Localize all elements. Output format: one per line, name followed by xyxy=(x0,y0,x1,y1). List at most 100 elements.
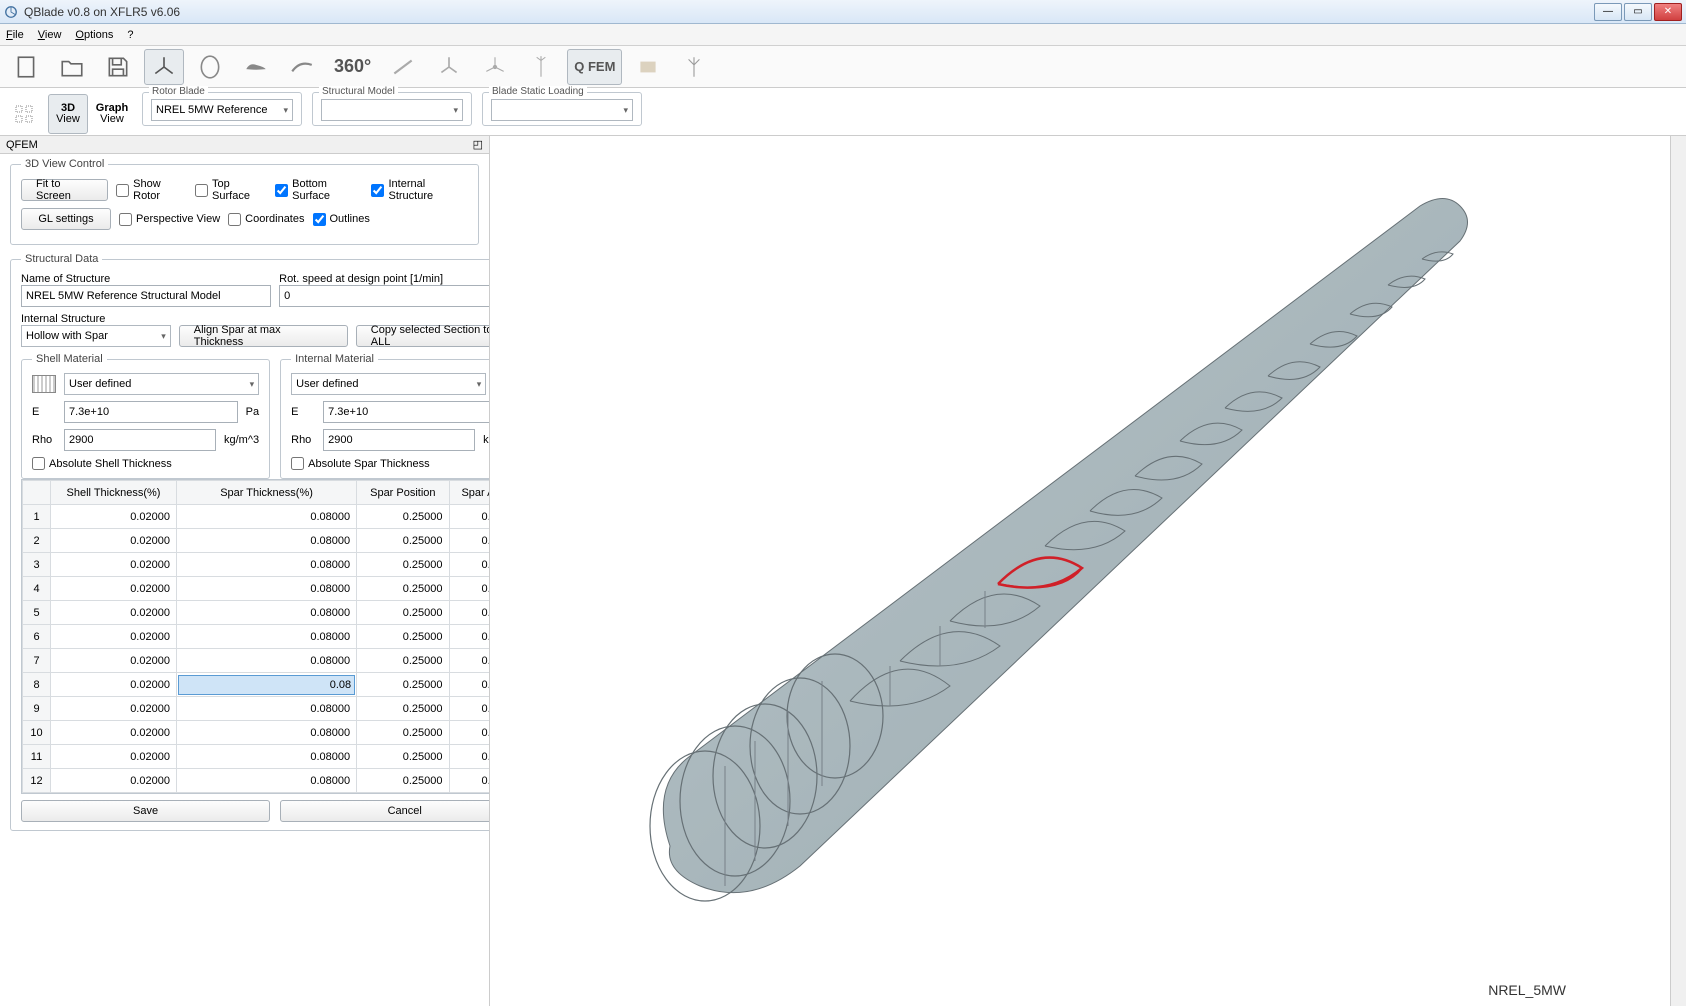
cancel-button[interactable]: Cancel xyxy=(280,800,489,822)
table-cell[interactable]: 0.00000 xyxy=(449,673,489,697)
table-cell[interactable]: 0.25000 xyxy=(357,721,449,745)
table-cell[interactable]: 0.00000 xyxy=(449,721,489,745)
table-cell[interactable]: 0.08000 xyxy=(176,697,356,721)
table-row[interactable]: 120.020000.080000.250000.00000 xyxy=(23,769,490,793)
gl-settings-button[interactable]: GL settings xyxy=(21,208,111,230)
table-cell[interactable]: 0.00000 xyxy=(449,529,489,553)
table-cell[interactable]: 0.02000 xyxy=(51,745,177,769)
mesh-icon[interactable] xyxy=(628,49,668,85)
show-rotor-checkbox[interactable] xyxy=(116,184,129,197)
abs-shell-thickness-checkbox[interactable] xyxy=(32,457,45,470)
table-row[interactable]: 50.020000.080000.250000.00000 xyxy=(23,601,490,625)
structural-model-select[interactable]: ▾ xyxy=(321,99,463,121)
save-button[interactable]: Save xyxy=(21,800,270,822)
table-cell[interactable]: 0.08000 xyxy=(176,577,356,601)
table-cell[interactable]: 0.25000 xyxy=(357,745,449,769)
3d-viewport[interactable]: NREL_5MW xyxy=(490,136,1686,1006)
rotor-icon[interactable] xyxy=(475,49,515,85)
open-file-icon[interactable] xyxy=(52,49,92,85)
dock-float-icon[interactable]: ◰ xyxy=(473,138,483,151)
perspective-checkbox[interactable] xyxy=(119,213,132,226)
shell-material-select[interactable]: User defined▾ xyxy=(64,373,259,395)
structure-name-input[interactable] xyxy=(21,285,271,307)
internal-structure-select[interactable]: Hollow with Spar▾ xyxy=(21,325,171,347)
menu-file[interactable]: File xyxy=(6,29,24,41)
rotor-blade-select[interactable]: NREL 5MW Reference▾ xyxy=(151,99,293,121)
shell-e-input[interactable] xyxy=(64,401,238,423)
menu-help[interactable]: ? xyxy=(127,29,133,41)
table-cell[interactable]: 0.08000 xyxy=(176,529,356,553)
table-row[interactable]: 10.020000.080000.250000.00000 xyxy=(23,505,490,529)
table-cell[interactable]: 0.25000 xyxy=(357,553,449,577)
swept-icon[interactable] xyxy=(282,49,322,85)
table-cell[interactable]: 0.00000 xyxy=(449,625,489,649)
table-cell[interactable]: 0.08000 xyxy=(176,625,356,649)
viewport-scrollbar[interactable] xyxy=(1670,136,1686,1006)
table-cell[interactable]: 0.25000 xyxy=(357,697,449,721)
table-row[interactable]: 40.020000.080000.250000.00000 xyxy=(23,577,490,601)
coordinates-checkbox[interactable] xyxy=(228,213,241,226)
table-cell[interactable]: 0.00000 xyxy=(449,697,489,721)
table-cell[interactable]: 0.08000 xyxy=(176,601,356,625)
table-cell[interactable]: 0.02000 xyxy=(51,553,177,577)
maximize-button[interactable]: ▭ xyxy=(1624,3,1652,21)
table-row[interactable]: 90.020000.080000.250000.00000 xyxy=(23,697,490,721)
table-row[interactable]: 60.020000.080000.250000.00000 xyxy=(23,625,490,649)
table-cell[interactable]: 0.00000 xyxy=(449,553,489,577)
graph-view-button[interactable]: GraphView xyxy=(92,94,132,134)
threesixty-button[interactable]: 360° xyxy=(328,49,377,85)
table-row[interactable]: 20.020000.080000.250000.00000 xyxy=(23,529,490,553)
turbine-3blade-icon[interactable] xyxy=(429,49,469,85)
top-surface-checkbox[interactable] xyxy=(195,184,208,197)
rot-speed-input[interactable] xyxy=(279,285,489,307)
circle-icon[interactable] xyxy=(190,49,230,85)
table-cell[interactable]: 0.08000 xyxy=(176,505,356,529)
axes-icon[interactable] xyxy=(144,49,184,85)
table-cell[interactable]: 0.02000 xyxy=(51,673,177,697)
table-cell[interactable]: 0.02000 xyxy=(51,529,177,553)
tower-icon[interactable] xyxy=(521,49,561,85)
table-cell[interactable]: 0.25000 xyxy=(357,673,449,697)
table-cell[interactable]: 0.02000 xyxy=(51,625,177,649)
3d-view-button[interactable]: 3DView xyxy=(48,94,88,134)
table-cell[interactable]: 0.08000 xyxy=(176,553,356,577)
table-cell[interactable]: 0.08000 xyxy=(176,721,356,745)
table-cell[interactable]: 0.02000 xyxy=(51,577,177,601)
new-file-icon[interactable] xyxy=(6,49,46,85)
table-cell[interactable]: 0.00000 xyxy=(449,649,489,673)
bottom-surface-checkbox[interactable] xyxy=(275,184,288,197)
menu-view[interactable]: View xyxy=(38,29,62,41)
shell-rho-input[interactable] xyxy=(64,429,216,451)
wind-turbine-icon[interactable] xyxy=(674,49,714,85)
internal-e-input[interactable] xyxy=(323,401,489,423)
table-cell[interactable]: 0.02000 xyxy=(51,697,177,721)
table-cell[interactable] xyxy=(176,673,356,697)
close-button[interactable]: ✕ xyxy=(1654,3,1682,21)
table-cell[interactable]: 0.08000 xyxy=(176,745,356,769)
section-table[interactable]: Shell Thickness(%)Spar Thickness(%)Spar … xyxy=(21,479,489,794)
menu-options[interactable]: Options xyxy=(75,29,113,41)
table-cell[interactable]: 0.25000 xyxy=(357,529,449,553)
table-cell[interactable]: 0.02000 xyxy=(51,601,177,625)
save-file-icon[interactable] xyxy=(98,49,138,85)
table-row[interactable]: 30.020000.080000.250000.00000 xyxy=(23,553,490,577)
copy-section-button[interactable]: Copy selected Section to ALL xyxy=(356,325,489,347)
table-cell[interactable]: 0.00000 xyxy=(449,769,489,793)
table-cell[interactable]: 0.08000 xyxy=(176,769,356,793)
table-cell[interactable]: 0.00000 xyxy=(449,577,489,601)
table-cell[interactable]: 0.25000 xyxy=(357,601,449,625)
table-row[interactable]: 110.020000.080000.250000.00000 xyxy=(23,745,490,769)
fit-to-screen-button[interactable]: Fit to Screen xyxy=(21,179,108,201)
table-row[interactable]: 80.020000.250000.00000 xyxy=(23,673,490,697)
minimize-button[interactable]: — xyxy=(1594,3,1622,21)
table-cell[interactable]: 0.25000 xyxy=(357,649,449,673)
table-cell[interactable]: 0.25000 xyxy=(357,505,449,529)
table-row[interactable]: 70.020000.080000.250000.00000 xyxy=(23,649,490,673)
table-row[interactable]: 100.020000.080000.250000.00000 xyxy=(23,721,490,745)
abs-spar-thickness-checkbox[interactable] xyxy=(291,457,304,470)
table-cell[interactable]: 0.02000 xyxy=(51,721,177,745)
qfem-button[interactable]: Q FEM xyxy=(567,49,622,85)
internal-material-select[interactable]: User defined▾ xyxy=(291,373,486,395)
table-cell[interactable]: 0.00000 xyxy=(449,745,489,769)
table-cell[interactable]: 0.25000 xyxy=(357,577,449,601)
